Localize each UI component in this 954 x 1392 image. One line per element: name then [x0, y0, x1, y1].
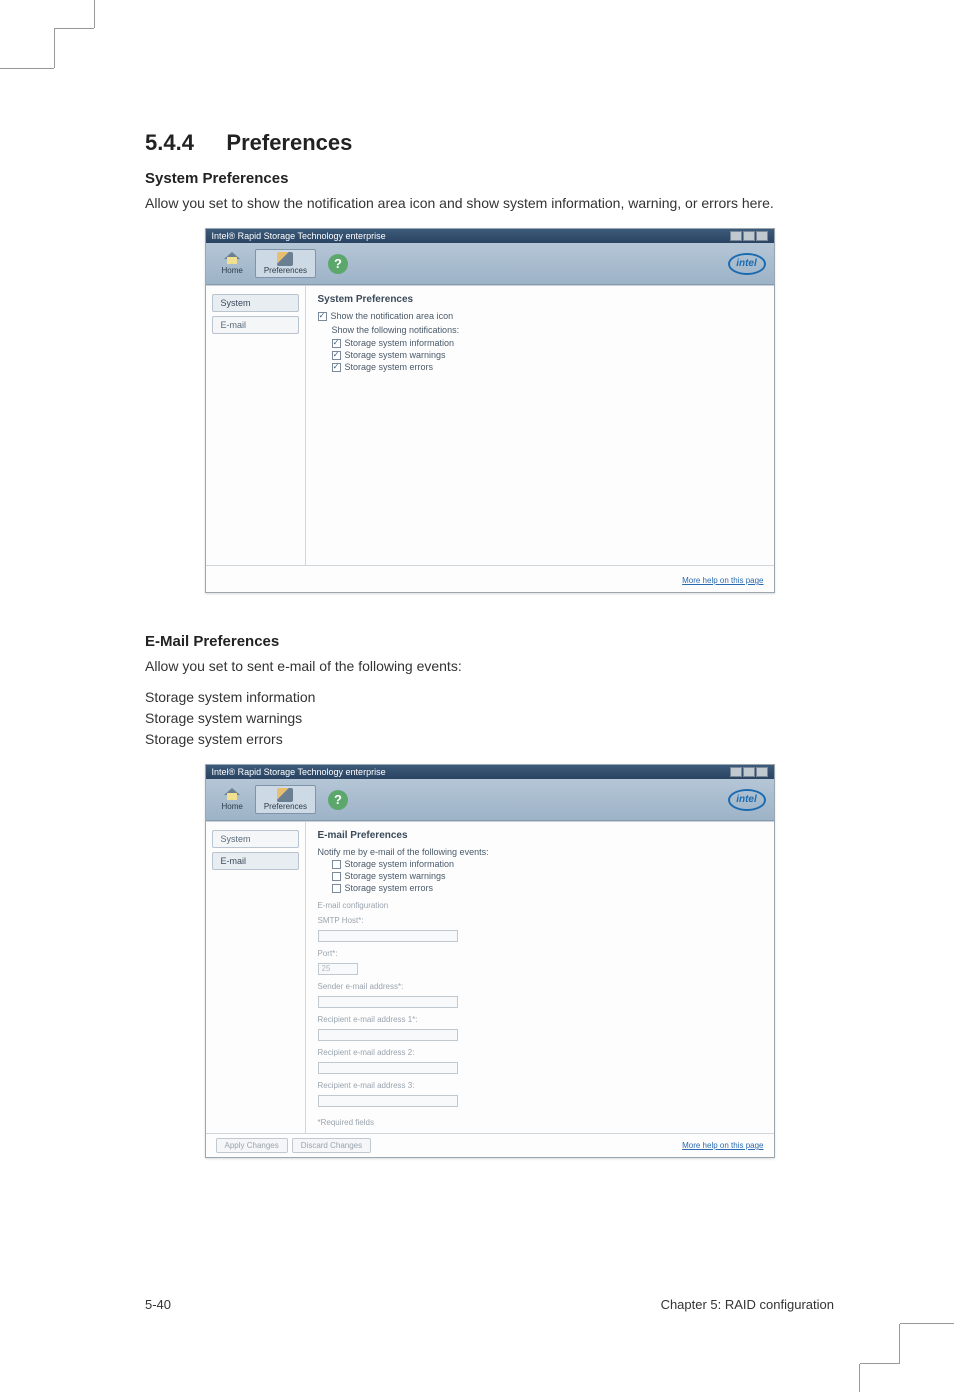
checkbox-icon[interactable]: ✓	[318, 312, 327, 321]
window-title: Intel® Rapid Storage Technology enterpri…	[212, 231, 386, 241]
notify-errors-row[interactable]: ✓ Storage system errors	[332, 362, 762, 372]
required-note: *Required fields	[318, 1118, 762, 1127]
checkbox-icon[interactable]: ✓	[332, 351, 341, 360]
more-help-link[interactable]: More help on this page	[682, 576, 763, 585]
pane-title: E-mail Preferences	[318, 830, 762, 841]
system-preferences-body: Allow you set to show the notification a…	[145, 193, 834, 214]
smtp-label: SMTP Host*:	[318, 916, 762, 925]
screenshot-footer: More help on this page	[206, 565, 774, 592]
checkbox-icon[interactable]	[332, 884, 341, 893]
notify-label: Notify me by e-mail of the following eve…	[318, 847, 762, 857]
notify-errors-row[interactable]: Storage system errors	[332, 883, 762, 893]
show-icon-label: Show the notification area icon	[331, 311, 454, 321]
home-button[interactable]: Home	[214, 250, 251, 277]
chapter-label: Chapter 5: RAID configuration	[661, 1297, 834, 1312]
port-input[interactable]	[318, 963, 358, 975]
sidebar-item-email[interactable]: E-mail	[212, 316, 299, 334]
smtp-input[interactable]	[318, 930, 458, 942]
checkbox-icon[interactable]	[332, 860, 341, 869]
toolbar: Home Preferences ? intel	[206, 779, 774, 821]
window-title: Intel® Rapid Storage Technology enterpri…	[212, 767, 386, 777]
toolbar: Home Preferences ? intel	[206, 243, 774, 285]
sidebar-item-system[interactable]: System	[212, 294, 299, 312]
event-warnings: Storage system warnings	[145, 708, 834, 729]
sidebar: System E-mail	[206, 822, 306, 1133]
maximize-icon[interactable]	[743, 767, 755, 777]
port-label: Port*:	[318, 949, 762, 958]
notify-warnings-row[interactable]: ✓ Storage system warnings	[332, 350, 762, 360]
section-number: 5.4.4	[145, 130, 194, 156]
help-button[interactable]: ?	[320, 788, 356, 812]
screenshot-email-preferences: Intel® Rapid Storage Technology enterpri…	[205, 764, 775, 1158]
minimize-icon[interactable]	[730, 231, 742, 241]
home-icon	[224, 252, 240, 266]
help-button[interactable]: ?	[320, 252, 356, 276]
section-title: Preferences	[226, 130, 352, 156]
more-help-link[interactable]: More help on this page	[682, 1141, 763, 1150]
window-titlebar: Intel® Rapid Storage Technology enterpri…	[206, 765, 774, 779]
recipient2-input[interactable]	[318, 1062, 458, 1074]
sidebar-item-email[interactable]: E-mail	[212, 852, 299, 870]
notify-warnings-label: Storage system warnings	[345, 871, 446, 881]
wrench-icon	[277, 252, 293, 266]
close-icon[interactable]	[756, 767, 768, 777]
pane-title: System Preferences	[318, 294, 762, 305]
apply-button[interactable]: Apply Changes	[216, 1138, 288, 1153]
notify-info-row[interactable]: ✓ Storage system information	[332, 338, 762, 348]
window-titlebar: Intel® Rapid Storage Technology enterpri…	[206, 229, 774, 243]
checkbox-icon[interactable]: ✓	[332, 339, 341, 348]
page-footer: 5-40 Chapter 5: RAID configuration	[145, 1297, 834, 1312]
notify-errors-label: Storage system errors	[345, 362, 434, 372]
home-icon	[224, 788, 240, 802]
preferences-label: Preferences	[264, 266, 307, 275]
notify-errors-label: Storage system errors	[345, 883, 434, 893]
main-pane: E-mail Preferences Notify me by e-mail o…	[306, 822, 774, 1133]
recipient1-label: Recipient e-mail address 1*:	[318, 1015, 762, 1024]
recipient3-input[interactable]	[318, 1095, 458, 1107]
email-config-label: E-mail configuration	[318, 901, 762, 910]
notify-warnings-label: Storage system warnings	[345, 350, 446, 360]
event-info: Storage system information	[145, 687, 834, 708]
checkbox-icon[interactable]: ✓	[332, 363, 341, 372]
system-preferences-heading: System Preferences	[145, 170, 834, 187]
recipient1-input[interactable]	[318, 1029, 458, 1041]
email-preferences-body: Allow you set to sent e-mail of the foll…	[145, 656, 834, 677]
notify-info-label: Storage system information	[345, 338, 455, 348]
maximize-icon[interactable]	[743, 231, 755, 241]
screenshot-system-preferences: Intel® Rapid Storage Technology enterpri…	[205, 228, 775, 593]
notify-warnings-row[interactable]: Storage system warnings	[332, 871, 762, 881]
main-pane: System Preferences ✓ Show the notificati…	[306, 286, 774, 565]
sender-label: Sender e-mail address*:	[318, 982, 762, 991]
recipient2-label: Recipient e-mail address 2:	[318, 1048, 762, 1057]
minimize-icon[interactable]	[730, 767, 742, 777]
home-button[interactable]: Home	[214, 786, 251, 813]
discard-button[interactable]: Discard Changes	[292, 1138, 371, 1153]
preferences-button[interactable]: Preferences	[255, 785, 316, 814]
help-icon: ?	[328, 790, 348, 810]
page-number: 5-40	[145, 1297, 171, 1312]
home-label: Home	[222, 266, 243, 275]
recipient3-label: Recipient e-mail address 3:	[318, 1081, 762, 1090]
sidebar: System E-mail	[206, 286, 306, 565]
screenshot-footer: Apply Changes Discard Changes More help …	[206, 1133, 774, 1157]
preferences-button[interactable]: Preferences	[255, 249, 316, 278]
intel-logo: intel	[728, 253, 766, 275]
notify-info-label: Storage system information	[345, 859, 455, 869]
email-preferences-heading: E-Mail Preferences	[145, 633, 834, 650]
preferences-label: Preferences	[264, 802, 307, 811]
sidebar-item-system[interactable]: System	[212, 830, 299, 848]
show-icon-row[interactable]: ✓ Show the notification area icon	[318, 311, 762, 321]
help-icon: ?	[328, 254, 348, 274]
sender-input[interactable]	[318, 996, 458, 1008]
notify-info-row[interactable]: Storage system information	[332, 859, 762, 869]
wrench-icon	[277, 788, 293, 802]
section-header: 5.4.4 Preferences	[145, 130, 834, 156]
close-icon[interactable]	[756, 231, 768, 241]
show-following-label: Show the following notifications:	[332, 325, 762, 335]
checkbox-icon[interactable]	[332, 872, 341, 881]
event-errors: Storage system errors	[145, 729, 834, 750]
home-label: Home	[222, 802, 243, 811]
intel-logo: intel	[728, 789, 766, 811]
